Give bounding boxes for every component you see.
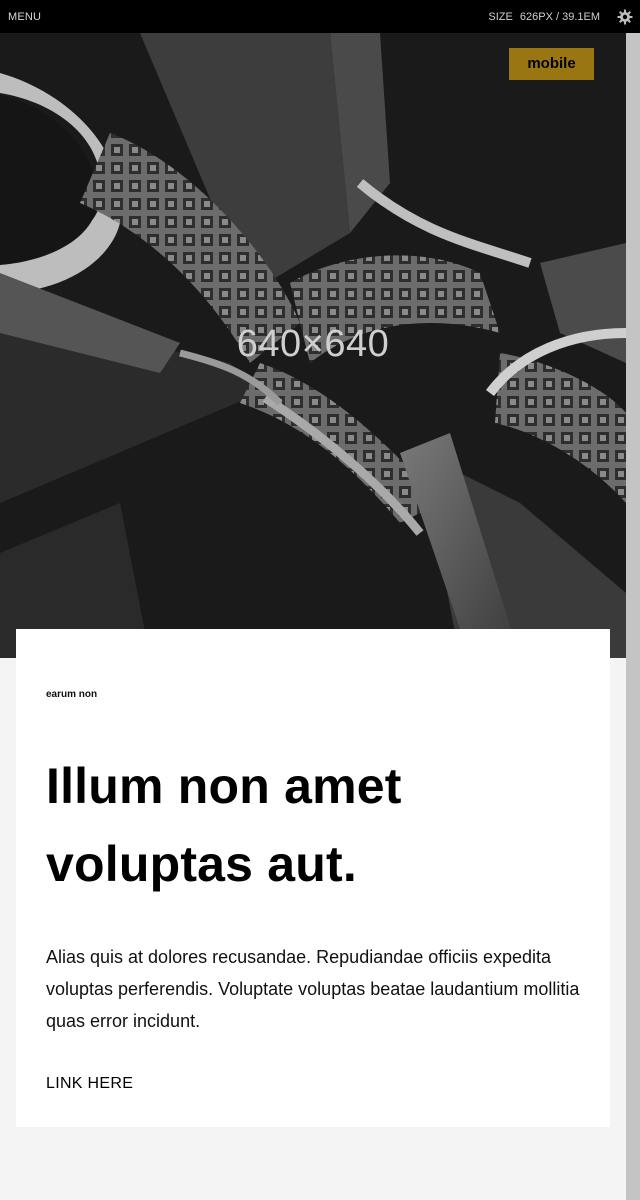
top-toolbar: MENU SIZE 626PX / 39.1EM [0,0,640,33]
gear-icon[interactable] [617,9,633,25]
size-label: SIZE [488,11,513,23]
content-card: earum non Illum non amet voluptas aut. A… [16,629,610,1127]
card-headline: Illum non amet voluptas aut. [46,758,402,892]
mobile-badge: mobile [509,48,594,80]
viewport-size-readout: SIZE 626PX / 39.1EM [484,11,600,23]
eyebrow-label: earum non [46,689,98,700]
card-body-text: Alias quis at dolores recusandae. Repudi… [46,947,580,1031]
size-value: 626PX / 39.1EM [519,11,600,23]
scrollbar[interactable] [626,33,640,1200]
card-link[interactable]: LINK HERE [46,1075,133,1093]
menu-button[interactable]: MENU [8,11,41,23]
hero-image: 640×640 [0,33,626,658]
image-placeholder-label: 640×640 [236,323,390,365]
